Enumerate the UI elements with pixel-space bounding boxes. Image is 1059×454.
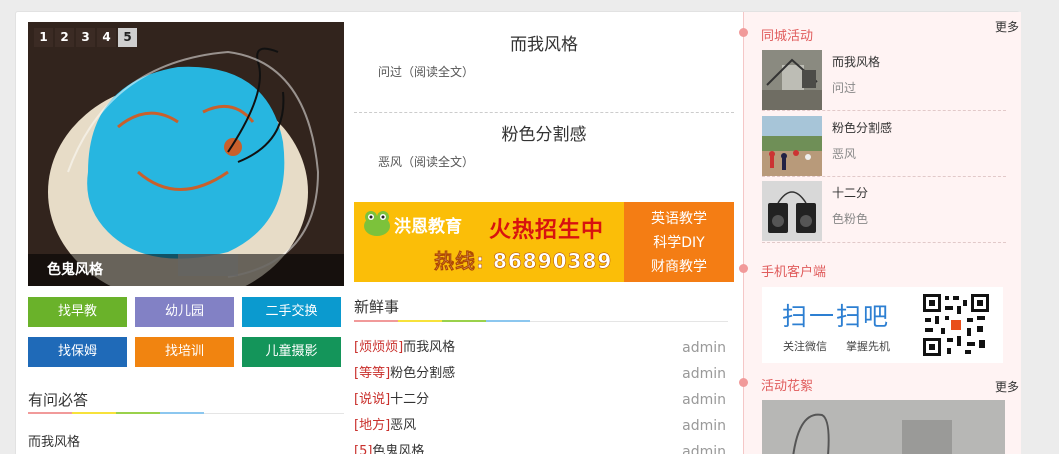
article-desc[interactable]: 问过（阅读全文） [378,63,734,80]
timeline-dot-icon [739,28,748,37]
image-slider[interactable]: 1 2 3 4 5 色鬼风格 [28,22,344,286]
highlights-photo[interactable] [762,400,1005,454]
events-title[interactable]: 同城活动 [761,25,813,44]
event-title[interactable]: 粉色分割感 [832,119,892,136]
news-row[interactable]: [烦烦烦]而我风格 admin [354,335,726,361]
event-item[interactable]: 十二分 色粉色 [762,181,1006,243]
category-button-early-education[interactable]: 找早教 [28,297,127,327]
event-subtitle: 问过 [832,81,857,95]
news-tag[interactable]: [地方] [354,418,390,433]
event-thumbnail[interactable] [762,181,822,241]
news-row[interactable]: [说说]十二分 admin [354,387,726,413]
news-row-title[interactable]: 十二分 [390,392,429,407]
event-title[interactable]: 而我风格 [832,53,880,70]
banner-phone: 热线: 86890389 [434,249,613,274]
faq-title-underline [28,412,204,414]
slider-page-2[interactable]: 2 [55,28,74,47]
slider-page-3[interactable]: 3 [76,28,95,47]
category-button-second-hand[interactable]: 二手交换 [242,297,341,327]
category-button-kids-photo[interactable]: 儿童摄影 [242,337,341,367]
highlights-title[interactable]: 活动花絮 [761,375,813,394]
category-grid: 找早教 幼儿园 二手交换 找保姆 找培训 儿童摄影 [28,297,346,367]
event-thumbnail[interactable] [762,50,822,110]
event-divider [762,242,1006,243]
event-divider [762,176,1006,177]
article-desc[interactable]: 恶风（阅读全文） [378,153,734,170]
news-author: admin [682,444,726,454]
faq-title: 有问必答 [28,391,89,409]
qr-promo[interactable]: 扫一扫吧 关注微信 掌握先机 [762,287,1003,363]
slider-photo[interactable] [28,22,344,286]
event-subtitle: 色粉色 [832,212,869,226]
events-more-link[interactable]: 更多 [995,18,1019,35]
timeline-dot-icon [739,378,748,387]
slider-pagination: 1 2 3 4 5 [34,28,137,47]
slider-caption[interactable]: 色鬼风格 [28,254,344,286]
article-item: 而我风格 问过（阅读全文） [354,30,734,80]
banner-courses: 英语教学 科学DIY 财商教学 [624,202,734,282]
banner-course: 科学DIY [653,235,705,251]
article-divider [354,112,734,113]
slider-page-1[interactable]: 1 [34,28,53,47]
banner-course: 英语教学 [651,211,707,227]
event-title[interactable]: 十二分 [832,184,868,201]
banner-brand: 洪恩教育 [394,217,462,237]
ad-banner[interactable]: 洪恩教育 火热招生中 热线: 86890389 英语教学 科学DIY 财商教学 [354,202,734,282]
news-tag[interactable]: [说说] [354,392,390,407]
qr-subtext: 掌握先机 [846,340,890,353]
event-divider [762,110,1006,111]
news-row[interactable]: [地方]恶风 admin [354,413,726,439]
faq-item[interactable]: 而我风格 [28,431,80,450]
news-author: admin [682,392,726,408]
news-author: admin [682,366,726,382]
news-author: admin [682,418,726,434]
news-author: admin [682,340,726,356]
news-title-rule [530,321,728,322]
news-row-title[interactable]: 恶风 [390,418,416,433]
event-item[interactable]: 粉色分割感 恶风 [762,116,1006,178]
article-title[interactable]: 粉色分割感 [354,120,734,145]
category-button-nanny[interactable]: 找保姆 [28,337,127,367]
news-list: [烦烦烦]而我风格 admin [等等]粉色分割感 admin [说说]十二分 … [354,335,726,454]
article-title[interactable]: 而我风格 [354,30,734,55]
event-subtitle: 恶风 [832,147,857,161]
slider-page-4[interactable]: 4 [97,28,116,47]
news-tag[interactable]: [烦烦烦] [354,340,403,355]
highlights-more-link[interactable]: 更多 [995,378,1019,395]
event-item[interactable]: 而我风格 问过 [762,50,1006,112]
news-title-underline [354,320,530,322]
right-sidebar: 同城活动 更多 而我风格 问过 粉色分割感 恶风 十二分 色粉色 手机客户端 扫… [739,12,1021,454]
news-row-title[interactable]: 色鬼风格 [372,444,424,454]
news-row-title[interactable]: 而我风格 [403,340,455,355]
news-row[interactable]: [等等]粉色分割感 admin [354,361,726,387]
slider-page-5[interactable]: 5 [118,28,137,47]
event-thumbnail[interactable] [762,116,822,176]
news-tag[interactable]: [等等] [354,366,390,381]
banner-headline: 火热招生中 [489,218,605,243]
news-tag[interactable]: [5] [354,444,372,454]
banner-course: 财商教学 [651,259,707,275]
category-button-training[interactable]: 找培训 [135,337,234,367]
faq-title-rule [204,413,344,414]
timeline-dot-icon [739,264,748,273]
news-row[interactable]: [5]色鬼风格 admin [354,439,726,454]
category-button-kindergarten[interactable]: 幼儿园 [135,297,234,327]
article-item: 粉色分割感 恶风（阅读全文） [354,120,734,170]
news-row-title[interactable]: 粉色分割感 [390,366,455,381]
news-title: 新鲜事 [354,298,400,316]
mobile-client-title[interactable]: 手机客户端 [761,261,826,280]
qr-headline: 扫一扫吧 [782,302,891,331]
qr-subtext: 关注微信 [783,340,827,353]
page-container: 1 2 3 4 5 色鬼风格 找早教 幼儿园 二手交换 找保姆 找培训 儿童摄影… [15,11,1021,454]
qr-code-icon[interactable] [921,292,991,358]
frog-logo-icon [364,211,390,236]
